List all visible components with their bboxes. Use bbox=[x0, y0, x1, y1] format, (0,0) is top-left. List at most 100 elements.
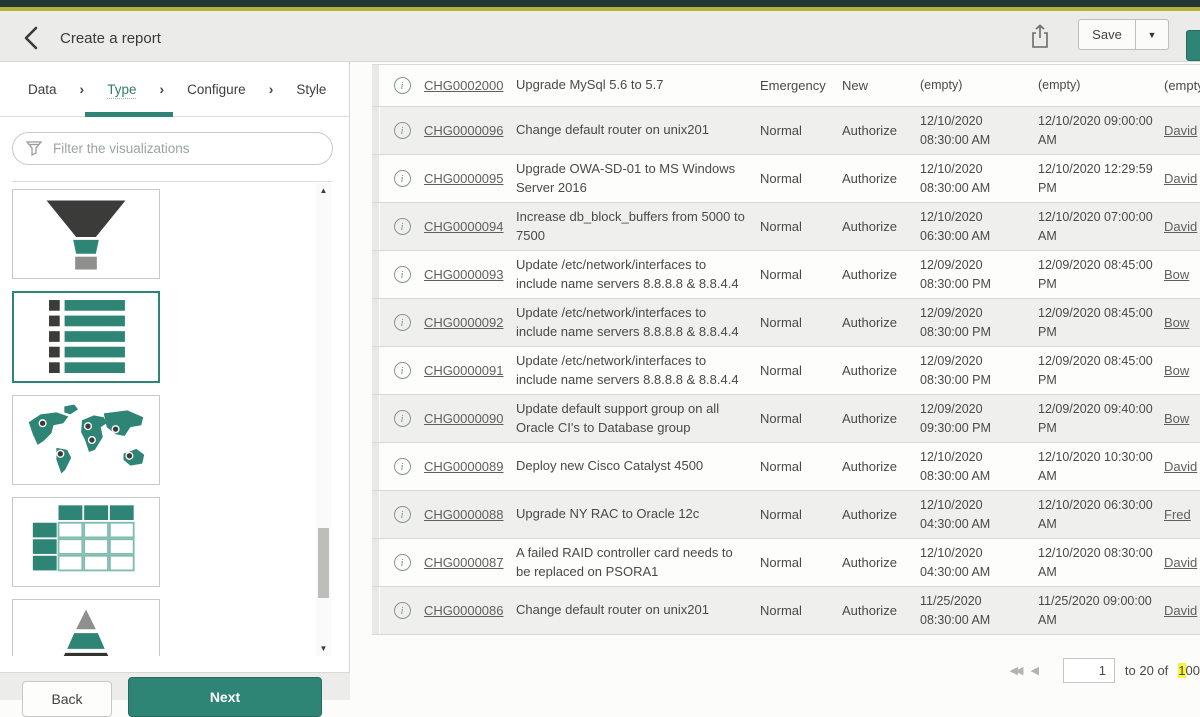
share-icon[interactable] bbox=[1028, 24, 1052, 50]
table-row[interactable]: i CHG0000087 A failed RAID controller ca… bbox=[372, 539, 1200, 587]
breadcrumb-step-type[interactable]: Type bbox=[107, 82, 136, 97]
pyramid-chart-thumbnail[interactable] bbox=[12, 599, 160, 656]
assigned-to-link[interactable]: David bbox=[1164, 171, 1197, 186]
visualization-scrollbar[interactable]: ▲ ▼ bbox=[316, 183, 331, 656]
change-number-link[interactable]: CHG0000088 bbox=[424, 507, 504, 522]
clipped-primary-button[interactable] bbox=[1186, 30, 1200, 61]
pivot-table-thumbnail[interactable] bbox=[12, 497, 160, 587]
funnel-chart-thumbnail[interactable] bbox=[12, 189, 160, 279]
breadcrumb-step-data[interactable]: Data bbox=[28, 82, 57, 97]
info-icon[interactable]: i bbox=[394, 314, 411, 331]
back-button[interactable]: Back bbox=[22, 681, 112, 717]
type-cell: Normal bbox=[760, 603, 842, 618]
window-top-bar bbox=[0, 0, 1200, 7]
scroll-up-icon[interactable]: ▲ bbox=[316, 186, 331, 195]
info-icon[interactable]: i bbox=[394, 602, 411, 619]
planned-start-cell: 12/10/2020 08:30:00 AM bbox=[920, 448, 1038, 484]
row-rail bbox=[372, 65, 379, 106]
assigned-to-link[interactable]: (empty) bbox=[1164, 78, 1200, 93]
assigned-to-link[interactable]: Fred bbox=[1164, 507, 1191, 522]
type-cell: Normal bbox=[760, 171, 842, 186]
planned-start-cell: (empty) bbox=[920, 76, 1038, 94]
list-divider bbox=[12, 181, 333, 182]
previous-page-icon[interactable]: ◀ bbox=[1030, 664, 1038, 677]
info-icon[interactable]: i bbox=[394, 458, 411, 475]
scrollbar-thumb[interactable] bbox=[318, 528, 329, 598]
world-map-thumbnail[interactable] bbox=[12, 395, 160, 485]
short-description-cell: Update /etc/network/interfaces to includ… bbox=[516, 304, 760, 342]
assigned-to-link[interactable]: Bow bbox=[1164, 363, 1189, 378]
next-button[interactable]: Next bbox=[128, 677, 322, 717]
row-rail bbox=[372, 155, 379, 202]
assigned-to-link[interactable]: Bow bbox=[1164, 411, 1189, 426]
state-cell: Authorize bbox=[842, 363, 920, 378]
back-navigation-icon[interactable] bbox=[18, 25, 48, 51]
assigned-to-link[interactable]: David bbox=[1164, 603, 1197, 618]
assigned-to-link[interactable]: David bbox=[1164, 219, 1197, 234]
save-button[interactable]: Save bbox=[1078, 19, 1136, 50]
assigned-to-link[interactable]: Bow bbox=[1164, 267, 1189, 282]
planned-end-cell: 12/10/2020 09:00:00 AM bbox=[1038, 112, 1164, 148]
change-number-link[interactable]: CHG0000086 bbox=[424, 603, 504, 618]
app-header: Create a report Save ▼ bbox=[0, 11, 1200, 62]
table-row[interactable]: i CHG0000089 Deploy new Cisco Catalyst 4… bbox=[372, 443, 1200, 491]
type-cell: Normal bbox=[760, 555, 842, 570]
table-row[interactable]: i CHG0000091 Update /etc/network/interfa… bbox=[372, 347, 1200, 395]
info-icon[interactable]: i bbox=[394, 266, 411, 283]
filter-visualizations-input[interactable] bbox=[12, 132, 333, 165]
planned-end-cell: 12/10/2020 06:30:00 AM bbox=[1038, 496, 1164, 532]
first-page-icon[interactable]: ◀◀ bbox=[1010, 664, 1021, 677]
type-cell: Normal bbox=[760, 315, 842, 330]
change-number-link[interactable]: CHG0000094 bbox=[424, 219, 504, 234]
page-title: Create a report bbox=[60, 30, 161, 47]
info-icon[interactable]: i bbox=[394, 410, 411, 427]
info-icon[interactable]: i bbox=[394, 362, 411, 379]
info-icon[interactable]: i bbox=[394, 218, 411, 235]
change-number-link[interactable]: CHG0000093 bbox=[424, 267, 504, 282]
type-cell: Normal bbox=[760, 123, 842, 138]
assigned-to-link[interactable]: David bbox=[1164, 555, 1197, 570]
info-icon[interactable]: i bbox=[394, 77, 411, 94]
table-row[interactable]: i CHG0000095 Upgrade OWA-SD-01 to MS Win… bbox=[372, 155, 1200, 203]
change-number-link[interactable]: CHG0000090 bbox=[424, 411, 504, 426]
row-rail bbox=[372, 107, 379, 154]
table-row[interactable]: i CHG0002000 Upgrade MySql 5.6 to 5.7 Em… bbox=[372, 65, 1200, 107]
table-row[interactable]: i CHG0000093 Update /etc/network/interfa… bbox=[372, 251, 1200, 299]
planned-start-cell: 12/09/2020 09:30:00 PM bbox=[920, 400, 1038, 436]
info-icon[interactable]: i bbox=[394, 122, 411, 139]
planned-start-cell: 12/10/2020 08:30:00 AM bbox=[920, 112, 1038, 148]
state-cell: Authorize bbox=[842, 555, 920, 570]
table-row[interactable]: i CHG0000086 Change default router on un… bbox=[372, 587, 1200, 635]
page-number-input[interactable] bbox=[1063, 658, 1115, 683]
assigned-to-link[interactable]: Bow bbox=[1164, 315, 1189, 330]
info-icon[interactable]: i bbox=[394, 506, 411, 523]
breadcrumb-step-style[interactable]: Style bbox=[296, 82, 326, 97]
change-number-link[interactable]: CHG0000089 bbox=[424, 459, 504, 474]
assigned-to-link[interactable]: David bbox=[1164, 123, 1197, 138]
change-number-link[interactable]: CHG0000096 bbox=[424, 123, 504, 138]
change-number-link[interactable]: CHG0000087 bbox=[424, 555, 504, 570]
table-row[interactable]: i CHG0000092 Update /etc/network/interfa… bbox=[372, 299, 1200, 347]
planned-start-cell: 12/10/2020 04:30:00 AM bbox=[920, 496, 1038, 532]
change-number-link[interactable]: CHG0000095 bbox=[424, 171, 504, 186]
planned-start-cell: 12/10/2020 06:30:00 AM bbox=[920, 208, 1038, 244]
planned-end-cell: 12/10/2020 08:30:00 AM bbox=[1038, 544, 1164, 580]
change-number-link[interactable]: CHG0000092 bbox=[424, 315, 504, 330]
info-icon[interactable]: i bbox=[394, 554, 411, 571]
info-icon[interactable]: i bbox=[394, 170, 411, 187]
table-row[interactable]: i CHG0000088 Upgrade NY RAC to Oracle 12… bbox=[372, 491, 1200, 539]
short-description-cell: Upgrade NY RAC to Oracle 12c bbox=[516, 505, 760, 524]
assigned-to-link[interactable]: David bbox=[1164, 459, 1197, 474]
change-number-link[interactable]: CHG0000091 bbox=[424, 363, 504, 378]
list-chart-thumbnail[interactable] bbox=[12, 291, 160, 383]
table-row[interactable]: i CHG0000096 Change default router on un… bbox=[372, 107, 1200, 155]
state-cell: Authorize bbox=[842, 315, 920, 330]
table-row[interactable]: i CHG0000094 Increase db_block_buffers f… bbox=[372, 203, 1200, 251]
type-cell: Normal bbox=[760, 507, 842, 522]
save-dropdown-caret-icon[interactable]: ▼ bbox=[1136, 19, 1169, 50]
state-cell: Authorize bbox=[842, 267, 920, 282]
scroll-down-icon[interactable]: ▼ bbox=[316, 644, 331, 653]
change-number-link[interactable]: CHG0002000 bbox=[424, 78, 504, 93]
breadcrumb-step-configure[interactable]: Configure bbox=[187, 82, 246, 97]
table-row[interactable]: i CHG0000090 Update default support grou… bbox=[372, 395, 1200, 443]
